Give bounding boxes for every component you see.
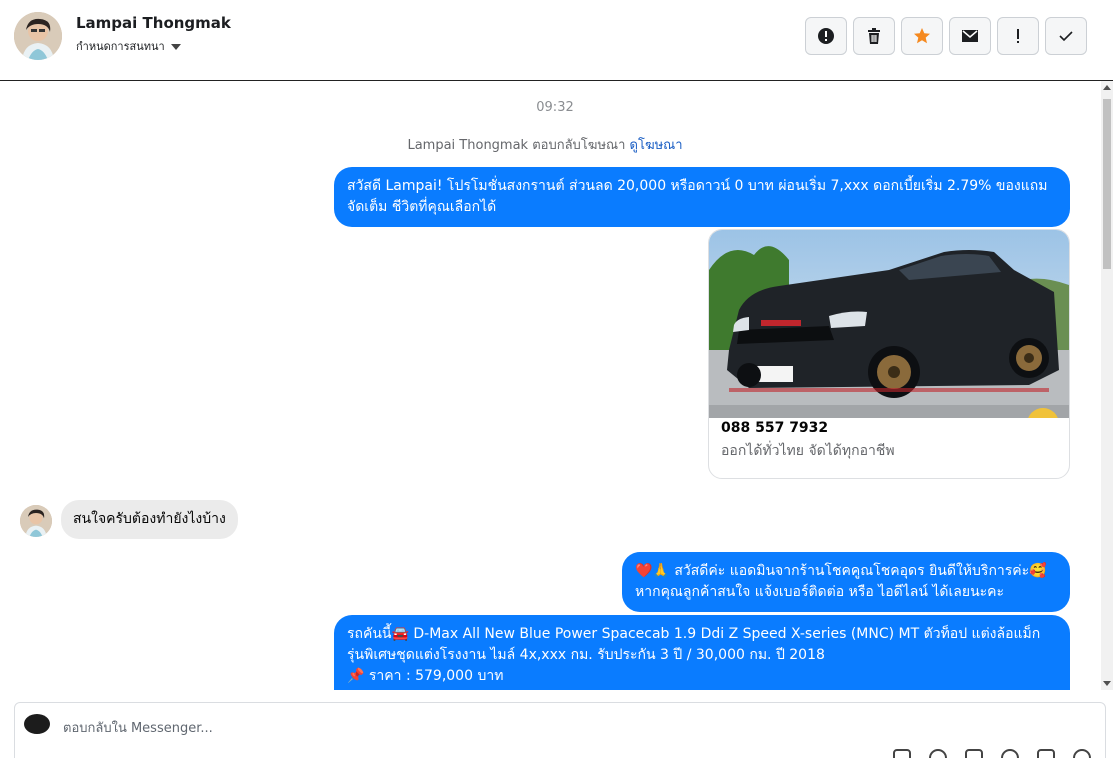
composer-placeholder[interactable]: ตอบกลับใน Messenger... — [63, 717, 213, 738]
conversation-header: Lampai Thongmak กำหนดการสนทนา — [0, 0, 1113, 81]
emoji-icon[interactable] — [1001, 749, 1019, 758]
outgoing-message: สวัสดี Lampai! โปรโมชั่นสงกรานต์ ส่วนลด … — [334, 167, 1070, 227]
outgoing-message: รถคันนี้🚘 D-Max All New Blue Power Space… — [334, 615, 1070, 690]
ad-reply-text: Lampai Thongmak ตอบกลับโฆษณา — [407, 138, 626, 153]
message-price-line: 📌 ราคา : 579,000 บาท — [347, 668, 504, 684]
message-timestamp: 09:32 — [536, 100, 574, 115]
ad-card[interactable]: 088 557 7932 ออกได้ทั่วไทย จัดได้ทุกอาชี… — [708, 229, 1070, 479]
truck-photo — [709, 230, 1069, 418]
header-actions — [805, 17, 1087, 55]
sticker-icon[interactable] — [1037, 749, 1055, 758]
image-icon[interactable] — [965, 749, 983, 758]
star-button[interactable] — [901, 17, 943, 55]
scrollbar-thumb[interactable] — [1103, 99, 1111, 269]
check-icon — [1059, 31, 1073, 42]
view-ad-link[interactable]: ดูโฆษณา — [630, 138, 683, 153]
message-text: รถคันนี้🚘 D-Max All New Blue Power Space… — [347, 626, 1041, 663]
thread-scrollbar[interactable] — [1101, 81, 1113, 690]
mark-unread-button[interactable] — [949, 17, 991, 55]
envelope-icon — [962, 30, 978, 42]
composer-tools — [893, 749, 1091, 758]
conversation-thread[interactable]: 09:32 Lampai Thongmak ตอบกลับโฆษณา ดูโฆษ… — [0, 81, 1101, 690]
like-icon[interactable] — [1073, 749, 1091, 758]
attach-icon[interactable] — [893, 749, 911, 758]
scroll-up-arrow-icon[interactable] — [1103, 85, 1111, 90]
assign-label: กำหนดการสนทนา — [76, 40, 165, 53]
card-phone-number: 088 557 7932 — [721, 420, 829, 436]
star-icon — [914, 28, 930, 44]
spam-button[interactable] — [805, 17, 847, 55]
exclamation-icon — [1017, 29, 1019, 43]
outgoing-message: ❤️🙏 สวัสดีค่ะ แอดมินจากร้านโชคคูณโชคอุดร… — [622, 552, 1070, 612]
contact-name: Lampai Thongmak — [76, 14, 231, 32]
delete-button[interactable] — [853, 17, 895, 55]
caret-down-icon — [170, 43, 181, 50]
card-tagline: ออกได้ทั่วไทย จัดได้ทุกอาชีพ — [721, 443, 895, 459]
incoming-message: สนใจครับต้องทำยังไงบ้าง — [61, 500, 238, 539]
assign-conversation-dropdown[interactable]: กำหนดการสนทนา — [76, 37, 181, 55]
mark-done-button[interactable] — [1045, 17, 1087, 55]
follow-up-button[interactable] — [997, 17, 1039, 55]
paperclip-icon[interactable] — [929, 749, 947, 758]
contact-avatar[interactable] — [14, 12, 62, 60]
ad-reply-note: Lampai Thongmak ตอบกลับโฆษณา ดูโฆษณา — [0, 134, 1090, 155]
customer-avatar — [20, 505, 52, 537]
scroll-down-arrow-icon[interactable] — [1103, 681, 1111, 686]
trash-icon — [868, 28, 880, 44]
page-logo-avatar — [24, 714, 50, 734]
message-composer[interactable]: ตอบกลับใน Messenger... — [14, 702, 1106, 758]
alert-circle-icon — [818, 28, 834, 44]
